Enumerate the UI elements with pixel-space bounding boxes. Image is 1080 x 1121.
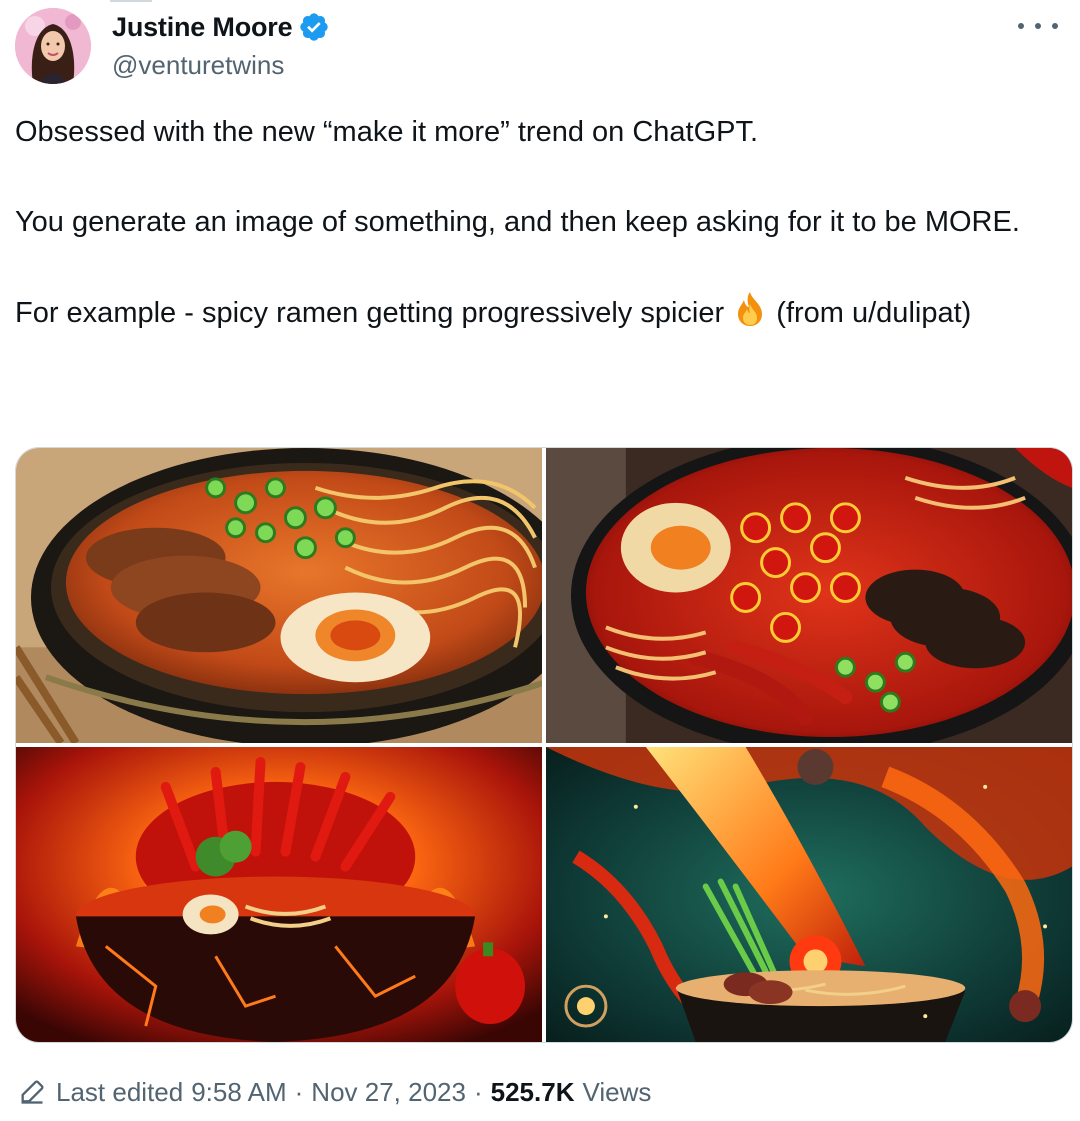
media-grid bbox=[15, 447, 1073, 1043]
top-divider bbox=[110, 0, 152, 2]
ramen-level-1-image[interactable] bbox=[16, 448, 542, 743]
verified-badge-icon[interactable] bbox=[298, 11, 330, 43]
author-block: Justine Moore @venturetwins bbox=[112, 8, 330, 81]
post-time[interactable]: 9:58 AM bbox=[191, 1077, 286, 1108]
tweet-paragraph-1: Obsessed with the new “make it more” tre… bbox=[15, 116, 759, 148]
ramen-level-4-image[interactable] bbox=[546, 747, 1072, 1042]
name-row: Justine Moore bbox=[112, 8, 330, 46]
post-date[interactable]: Nov 27, 2023 bbox=[311, 1077, 466, 1108]
tweet-paragraph-3: For example - spicy ramen getting progre… bbox=[15, 290, 1055, 336]
pencil-icon bbox=[18, 1078, 46, 1106]
handle[interactable]: @venturetwins bbox=[112, 50, 330, 81]
display-name[interactable]: Justine Moore bbox=[112, 12, 293, 43]
edited-label[interactable]: Last edited bbox=[56, 1077, 183, 1108]
tweet-paragraph-2: You generate an image of something, and … bbox=[15, 206, 1020, 238]
views-count: 525.7K bbox=[490, 1076, 575, 1107]
avatar[interactable] bbox=[15, 8, 91, 84]
views-label: Views bbox=[582, 1076, 652, 1107]
separator-2: · bbox=[473, 1076, 483, 1107]
tweet-text: Obsessed with the new “make it more” tre… bbox=[15, 110, 1055, 336]
meta-row: Last edited 9:58 AM · Nov 27, 2023 · 525… bbox=[18, 1070, 651, 1114]
separator-1: · bbox=[294, 1076, 304, 1107]
ramen-level-2-image[interactable] bbox=[546, 448, 1072, 743]
more-options-icon[interactable] bbox=[1018, 14, 1058, 38]
ramen-level-3-image[interactable] bbox=[16, 747, 542, 1042]
fire-emoji-icon bbox=[732, 290, 768, 328]
tweet-paragraph-3-tail: (from u/dulipat) bbox=[776, 297, 972, 329]
tweet-paragraph-3-text: For example - spicy ramen getting progre… bbox=[15, 297, 725, 329]
